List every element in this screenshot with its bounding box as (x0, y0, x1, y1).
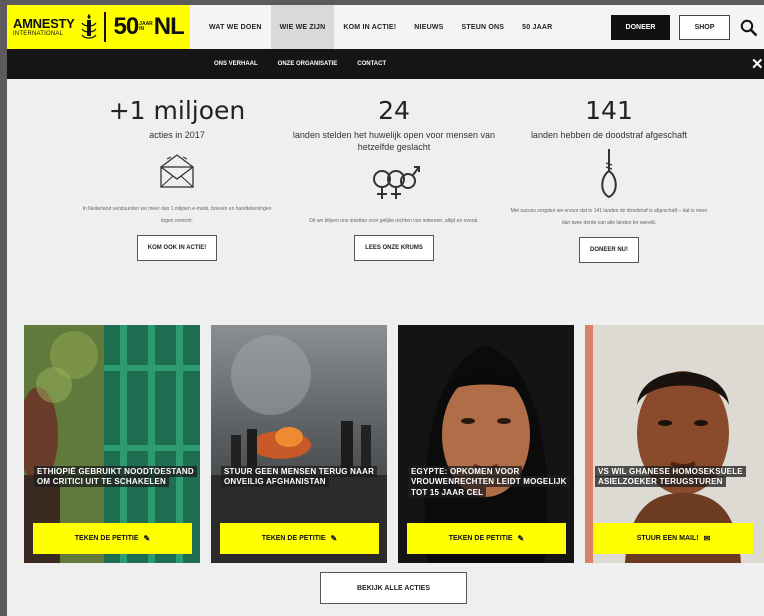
card-title: STUUR GEEN MENSEN TERUG NAAR ONVEILIG AF… (221, 466, 381, 488)
stat-caption: landen stelden het huwelijk open voor me… (292, 129, 496, 152)
page: AMNESTY INTERNATIONAL 50 JAAR IN NL WAT … (7, 5, 764, 616)
campaign-card-egypte[interactable]: EGYPTE: OPKOMEN VOOR VROUWENRECHTEN LEID… (398, 325, 574, 563)
stat-description: Dit we blijven ons inzetten voor gelijke… (309, 217, 479, 224)
shop-button[interactable]: SHOP (679, 15, 730, 40)
doneer-nu-button[interactable]: DONEER NU! (578, 236, 639, 263)
stat-description: Met succes zorgden we ervoor dat in 141 … (510, 207, 708, 226)
stat-doodstraf: 141 landen hebben de doodstraf afgeschaf… (494, 97, 724, 263)
envelope-icon (160, 153, 194, 188)
logo-jaar-bottom: IN (139, 26, 145, 32)
nav-item-wie-we-zijn[interactable]: WIE WE ZIJN (270, 5, 335, 49)
pencil-icon: ✎ (330, 534, 338, 543)
bekijk-alle-acties-button[interactable]: BEKIJK ALLE ACTIES (320, 572, 467, 604)
stat-caption: acties in 2017 (149, 129, 205, 140)
pencil-icon: ✎ (517, 534, 525, 543)
logo-50-text: 50 (113, 13, 139, 40)
gender-symbols-icon (373, 165, 420, 199)
amnesty-wordmark: AMNESTY INTERNATIONAL (13, 16, 75, 37)
search-icon[interactable] (740, 19, 758, 37)
noose-icon (601, 148, 617, 198)
card-title: VS WIL GHANESE HOMOSEKSUELE ASIELZOEKER … (595, 466, 755, 488)
kom-ook-in-actie-button[interactable]: KOM OOK IN ACTIE! (136, 234, 218, 261)
lees-onze-krums-button[interactable]: LEES ONZE KRUMS (354, 234, 434, 261)
stat-caption: landen hebben de doodstraf afgeschaft (530, 129, 688, 140)
teken-de-petitie-button[interactable]: TEKEN DE PETITIE ✎ (407, 523, 566, 554)
stat-huwelijk: 24 landen stelden het huwelijk open voor… (279, 97, 509, 261)
logo-main-text: AMNESTY (13, 16, 75, 31)
card-button-label: TEKEN DE PETITIE (448, 535, 513, 542)
stat-number: 141 (585, 96, 633, 125)
logo-jaar-text: JAAR IN (139, 21, 153, 33)
sub-nav-item-ons-verhaal[interactable]: ONS VERHAAL (204, 49, 268, 79)
card-title: ETHIOPIË GEBRUIKT NOODTOESTAND OM CRITIC… (34, 466, 197, 488)
card-button-label: TEKEN DE PETITIE (261, 535, 326, 542)
nav-item-steun-ons[interactable]: STEUN ONS (453, 5, 514, 49)
teken-de-petitie-button[interactable]: TEKEN DE PETITIE ✎ (220, 523, 379, 554)
nav-item-50-jaar[interactable]: 50 JAAR (513, 5, 561, 49)
logo-sub-text: INTERNATIONAL (13, 31, 64, 37)
card-title: EGYPTE: OPKOMEN VOOR VROUWENRECHTEN LEID… (408, 466, 570, 498)
card-button-label: STUUR EEN MAIL! (636, 535, 699, 542)
sub-nav-items: ONS VERHAAL ONZE ORGANISATIE CONTACT (204, 49, 396, 79)
logo-nl-text: NL (153, 13, 185, 40)
logo[interactable]: AMNESTY INTERNATIONAL 50 JAAR IN NL (7, 5, 190, 49)
campaign-card-ethiopie[interactable]: ETHIOPIË GEBRUIKT NOODTOESTAND OM CRITIC… (24, 325, 200, 563)
stat-number: 24 (378, 96, 410, 125)
logo-divider (104, 12, 107, 42)
doneer-button[interactable]: DONEER (611, 15, 670, 40)
stat-acties: +1 miljoen acties in 2017 In Nederland v… (62, 97, 292, 261)
campaign-card-vs[interactable]: VS WIL GHANESE HOMOSEKSUELE ASIELZOEKER … (585, 325, 764, 563)
sub-nav: ONS VERHAAL ONZE ORGANISATIE CONTACT (7, 49, 764, 79)
sub-nav-item-onze-organisatie[interactable]: ONZE ORGANISATIE (268, 49, 348, 79)
nav-item-wat-we-doen[interactable]: WAT WE DOEN (200, 5, 271, 49)
stat-description: In Nederland verstuurden we meer dan 1 m… (82, 205, 272, 224)
mail-icon: ✉ (703, 534, 711, 543)
sub-nav-item-contact[interactable]: CONTACT (347, 49, 396, 79)
nav-item-nieuws[interactable]: NIEUWS (405, 5, 452, 49)
teken-de-petitie-button[interactable]: TEKEN DE PETITIE ✎ (33, 523, 192, 554)
card-button-label: TEKEN DE PETITIE (74, 535, 139, 542)
main-nav: WAT WE DOEN WIE WE ZIJN KOM IN ACTIE! NI… (200, 5, 561, 49)
stat-number: +1 miljoen (108, 96, 246, 125)
stuur-een-mail-button[interactable]: STUUR EEN MAIL! ✉ (594, 523, 753, 554)
pencil-icon: ✎ (143, 534, 151, 543)
close-icon[interactable]: ✕ (751, 57, 764, 72)
nav-item-kom-in-actie[interactable]: KOM IN ACTIE! (334, 5, 405, 49)
campaign-card-afghanistan[interactable]: STUUR GEEN MENSEN TERUG NAAR ONVEILIG AF… (211, 325, 387, 563)
candle-barbed-wire-icon (81, 14, 97, 39)
header: AMNESTY INTERNATIONAL 50 JAAR IN NL WAT … (7, 5, 764, 49)
